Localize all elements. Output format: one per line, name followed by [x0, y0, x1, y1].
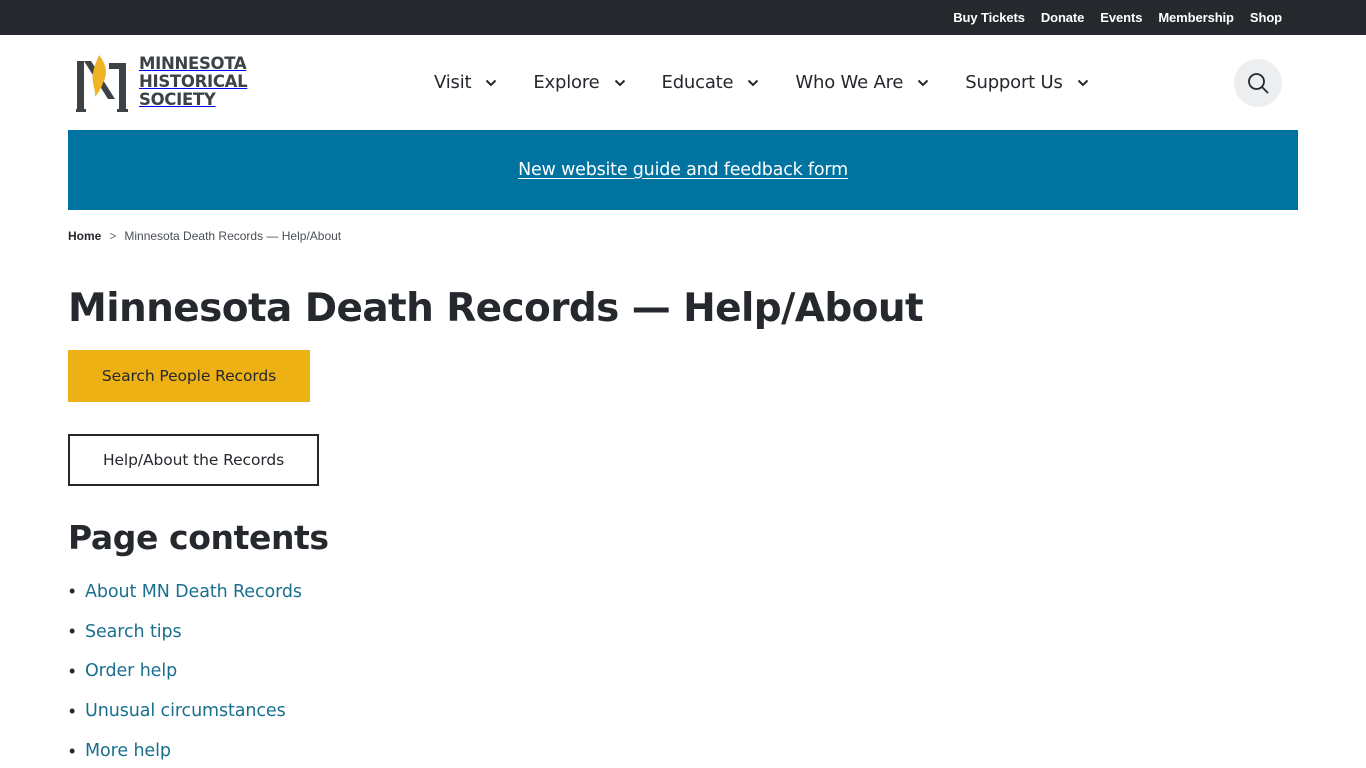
logo-line-1: MINNESOTA — [139, 54, 247, 73]
chevron-down-icon — [748, 79, 759, 86]
donate-link[interactable]: Donate — [1041, 10, 1085, 25]
announcement-banner: New website guide and feedback form — [68, 130, 1298, 210]
contents-link-order-help[interactable]: Order help — [85, 661, 177, 681]
logo-wordmark: MINNESOTA HISTORICAL SOCIETY — [139, 54, 248, 109]
events-link[interactable]: Events — [1100, 10, 1142, 25]
list-item: • About MN Death Records — [68, 572, 302, 612]
search-icon — [1248, 73, 1269, 94]
buy-tickets-link[interactable]: Buy Tickets — [953, 10, 1025, 25]
contents-link-about[interactable]: About MN Death Records — [85, 582, 302, 602]
nav-educate[interactable]: Educate — [662, 63, 760, 103]
nav-explore-label: Explore — [533, 72, 600, 93]
search-button[interactable] — [1234, 59, 1282, 107]
page-contents-heading: Page contents — [68, 518, 329, 557]
chevron-down-icon — [614, 79, 625, 86]
breadcrumb-separator: > — [109, 229, 117, 243]
nav-explore[interactable]: Explore — [533, 63, 625, 103]
logo-line-3: SOCIETY — [139, 90, 216, 109]
main-nav: Visit Explore Educate Who We Are Support… — [434, 35, 1125, 130]
membership-link[interactable]: Membership — [1158, 10, 1234, 25]
feedback-form-link[interactable]: New website guide and feedback form — [518, 160, 848, 180]
bullet-icon: • — [69, 740, 76, 761]
search-people-records-button[interactable]: Search People Records — [68, 350, 310, 402]
nav-support-us[interactable]: Support Us — [965, 63, 1088, 103]
bullet-icon: • — [69, 581, 76, 602]
contents-link-unusual-circumstances[interactable]: Unusual circumstances — [85, 701, 286, 721]
list-item: • Order help — [68, 652, 302, 692]
list-item: • More help — [68, 731, 302, 768]
contents-link-search-tips[interactable]: Search tips — [85, 622, 182, 642]
bullet-icon: • — [69, 700, 76, 721]
chevron-down-icon — [918, 79, 929, 86]
nav-educate-label: Educate — [661, 72, 734, 93]
site-header: MINNESOTA HISTORICAL SOCIETY Visit Explo… — [0, 35, 1366, 130]
bullet-icon: • — [69, 621, 76, 642]
utility-bar: Buy Tickets Donate Events Membership Sho… — [0, 0, 1366, 35]
shop-link[interactable]: Shop — [1250, 10, 1282, 25]
nav-visit[interactable]: Visit — [434, 63, 497, 103]
utility-nav: Buy Tickets Donate Events Membership Sho… — [953, 0, 1282, 35]
help-about-records-button[interactable]: Help/About the Records — [68, 434, 319, 486]
nav-who-we-are-label: Who We Are — [795, 72, 904, 93]
breadcrumb-home[interactable]: Home — [68, 229, 101, 243]
logo-line-2: HISTORICAL — [139, 72, 248, 91]
nav-support-us-label: Support Us — [965, 72, 1063, 93]
site-logo[interactable]: MINNESOTA HISTORICAL SOCIETY — [75, 49, 255, 115]
list-item: • Search tips — [68, 612, 302, 652]
contents-link-more-help[interactable]: More help — [85, 741, 171, 761]
chevron-down-icon — [1077, 79, 1088, 86]
list-item: • Unusual circumstances — [68, 691, 302, 731]
breadcrumb-current: Minnesota Death Records — Help/About — [124, 229, 342, 243]
bullet-icon: • — [69, 660, 76, 681]
nav-who-we-are[interactable]: Who We Are — [795, 63, 929, 103]
page-contents-list: • About MN Death Records • Search tips •… — [68, 572, 302, 768]
nav-visit-label: Visit — [434, 72, 472, 93]
breadcrumb: Home > Minnesota Death Records — Help/Ab… — [68, 228, 341, 244]
chevron-down-icon — [486, 79, 497, 86]
page-title: Minnesota Death Records — Help/About — [68, 286, 924, 331]
logo-mark-icon — [76, 55, 128, 112]
